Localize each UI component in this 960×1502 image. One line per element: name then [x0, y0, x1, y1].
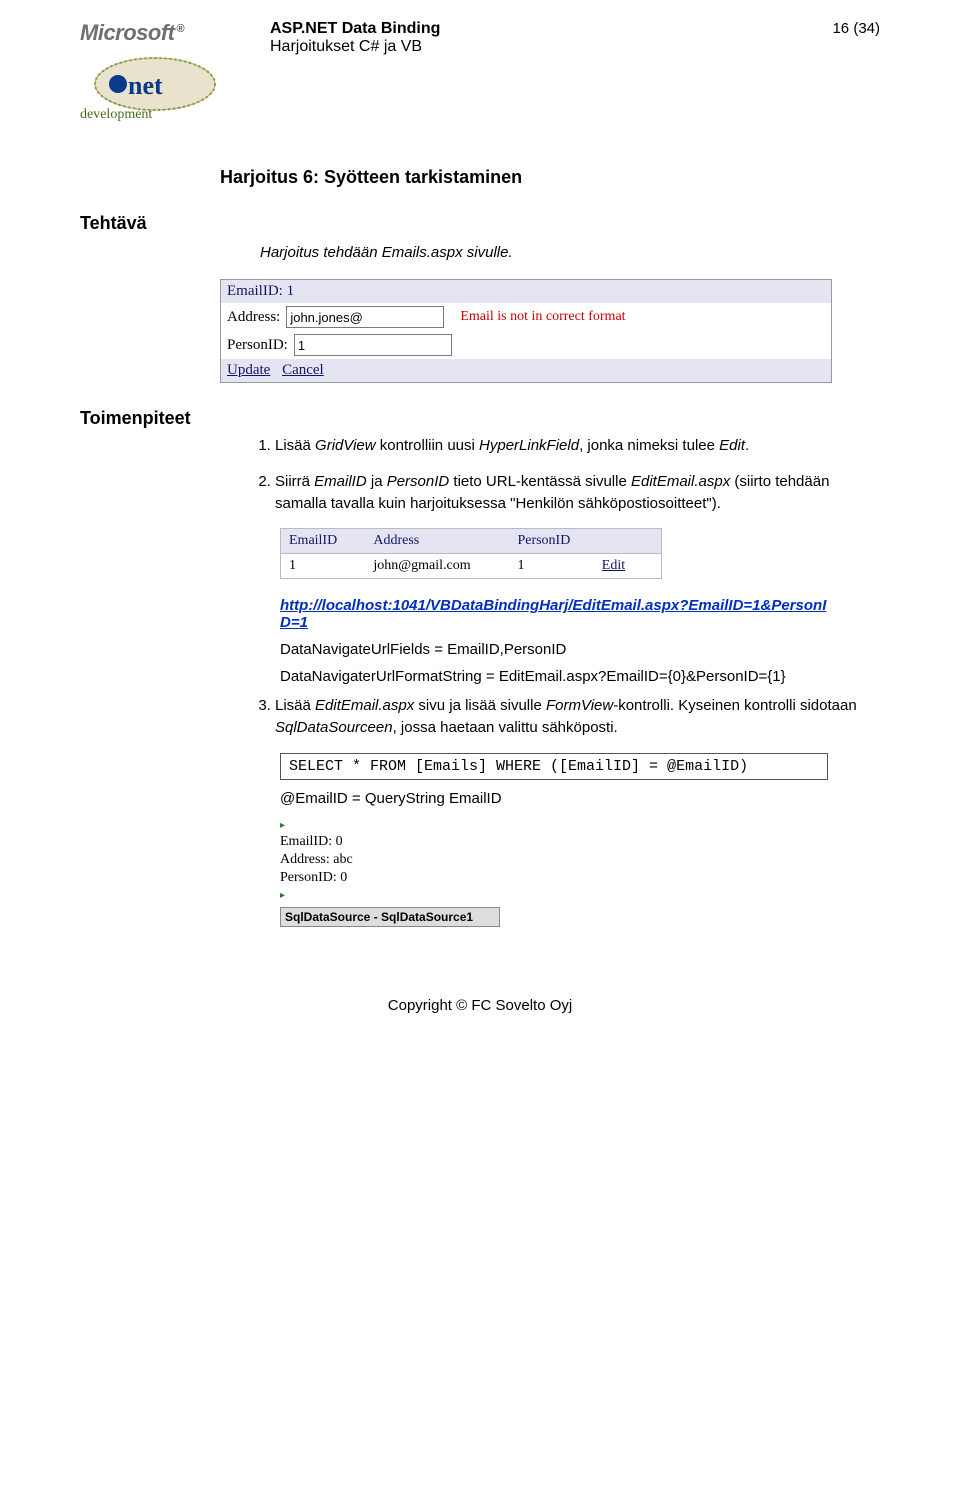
svg-text:development: development — [80, 107, 152, 122]
task-note: Harjoitus tehdään Emails.aspx sivulle. — [260, 244, 880, 261]
steps-label: Toimenpiteet — [80, 408, 880, 429]
cell-address: john@gmail.com — [365, 554, 509, 578]
table-row: 1 john@gmail.com 1 Edit — [281, 554, 661, 578]
url-line-1: http://localhost:1041/VBDataBindingHarj/… — [280, 597, 826, 614]
t: SqlDataSourceen — [275, 719, 393, 736]
t: EditEmail.aspx — [631, 473, 730, 490]
t: EmailID — [314, 473, 367, 490]
t: kontrolliin uusi — [376, 437, 479, 454]
step-2: Siirrä EmailID ja PersonID tieto URL-ken… — [275, 471, 880, 515]
grid-header-address: Address — [365, 529, 509, 553]
brand-text: Microsoft — [80, 20, 175, 45]
update-button[interactable]: Update — [227, 362, 270, 378]
fv-address: Address: abc — [280, 851, 560, 869]
t: sivu ja lisää sivulle — [414, 697, 546, 714]
page-footer: Copyright © FC Sovelto Oyj — [80, 997, 880, 1014]
address-input[interactable] — [286, 306, 444, 328]
nav-format: DataNavigaterUrlFormatString = EditEmail… — [280, 668, 880, 685]
t: ja — [367, 473, 387, 490]
sql-query: SELECT * FROM [Emails] WHERE ([EmailID] … — [280, 753, 828, 780]
logo-block: Microsoft® net development — [80, 20, 250, 127]
doc-title: ASP.NET Data Binding — [270, 20, 780, 38]
step-1: Lisää GridView kontrolliin uusi HyperLin… — [275, 435, 880, 457]
doc-subtitle: Harjoitukset C# ja VB — [270, 38, 780, 56]
t: Lisää — [275, 437, 315, 454]
t: . — [745, 437, 749, 454]
fv-personid-label: PersonID: — [227, 337, 288, 354]
registered-mark: ® — [177, 23, 185, 35]
fv-emailid-label: EmailID: 1 — [227, 283, 294, 300]
t: HyperLinkField — [479, 437, 579, 454]
cell-emailid: 1 — [281, 554, 365, 578]
steps-list-cont: Lisää EditEmail.aspx sivu ja lisää sivul… — [220, 695, 880, 739]
grid-header-edit — [594, 529, 661, 553]
page-number: 16 (34) — [780, 20, 880, 37]
fv-personid-row: PersonID: — [221, 331, 831, 359]
gridview-screenshot: EmailID Address PersonID 1 john@gmail.co… — [280, 528, 662, 579]
dotnet-logo-icon: net development — [80, 52, 230, 122]
t: tieto URL-kentässä sivulle — [449, 473, 631, 490]
fv-emailid-row: EmailID: 1 — [221, 280, 831, 303]
exercise-title: Harjoitus 6: Syötteen tarkistaminen — [220, 167, 880, 188]
step-3: Lisää EditEmail.aspx sivu ja lisää sivul… — [275, 695, 880, 739]
fv-address-label: Address: — [227, 309, 280, 326]
fv-address-row: Address: Email is not in correct format — [221, 303, 831, 331]
personid-input[interactable] — [294, 334, 452, 356]
t: GridView — [315, 437, 376, 454]
fv-footer: Update Cancel — [221, 359, 831, 382]
validation-error: Email is not in correct format — [460, 309, 625, 325]
smart-tag-icon: ▸ — [280, 820, 285, 831]
svg-text:net: net — [128, 71, 163, 100]
sqldatasource-control: SqlDataSource - SqlDataSource1 — [280, 907, 500, 927]
t: -kontrolli. Kyseinen kontrolli sidotaan — [613, 697, 856, 714]
nav-fields: DataNavigateUrlFields = EmailID,PersonID — [280, 641, 880, 658]
url-example: http://localhost:1041/VBDataBindingHarj/… — [280, 597, 880, 631]
grid-header-personid: PersonID — [509, 529, 593, 553]
formview-design-screenshot: ▸ EmailID: 0 Address: abc PersonID: 0 ▸ … — [280, 817, 560, 927]
page-header: Microsoft® net development ASP.NET Data … — [80, 20, 880, 127]
smart-tag-icon: ▸ — [280, 890, 285, 901]
sqldatasource-label: SqlDataSource - SqlDataSource1 — [285, 910, 473, 924]
t: Edit — [719, 437, 745, 454]
task-label: Tehtävä — [80, 213, 880, 234]
fv-personid: PersonID: 0 — [280, 869, 560, 887]
t: Lisää — [275, 697, 315, 714]
microsoft-logo: Microsoft® — [80, 20, 250, 46]
formview-screenshot: EmailID: 1 Address: Email is not in corr… — [220, 279, 832, 383]
fv-emailid: EmailID: 0 — [280, 833, 560, 851]
cell-personid: 1 — [509, 554, 593, 578]
t: Siirrä — [275, 473, 314, 490]
steps-list: Lisää GridView kontrolliin uusi HyperLin… — [220, 435, 880, 514]
header-titles: ASP.NET Data Binding Harjoitukset C# ja … — [250, 20, 780, 56]
edit-link[interactable]: Edit — [602, 558, 625, 573]
t: , jonka nimeksi tulee — [579, 437, 719, 454]
t: PersonID — [387, 473, 450, 490]
t: EditEmail.aspx — [315, 697, 414, 714]
t: FormView — [546, 697, 613, 714]
url-line-2: D=1 — [280, 614, 308, 631]
grid-header: EmailID Address PersonID — [281, 529, 661, 554]
querystring-note: @EmailID = QueryString EmailID — [280, 790, 880, 807]
t: , jossa haetaan valittu sähköposti. — [393, 719, 618, 736]
grid-header-emailid: EmailID — [281, 529, 365, 553]
cancel-button[interactable]: Cancel — [282, 362, 324, 378]
